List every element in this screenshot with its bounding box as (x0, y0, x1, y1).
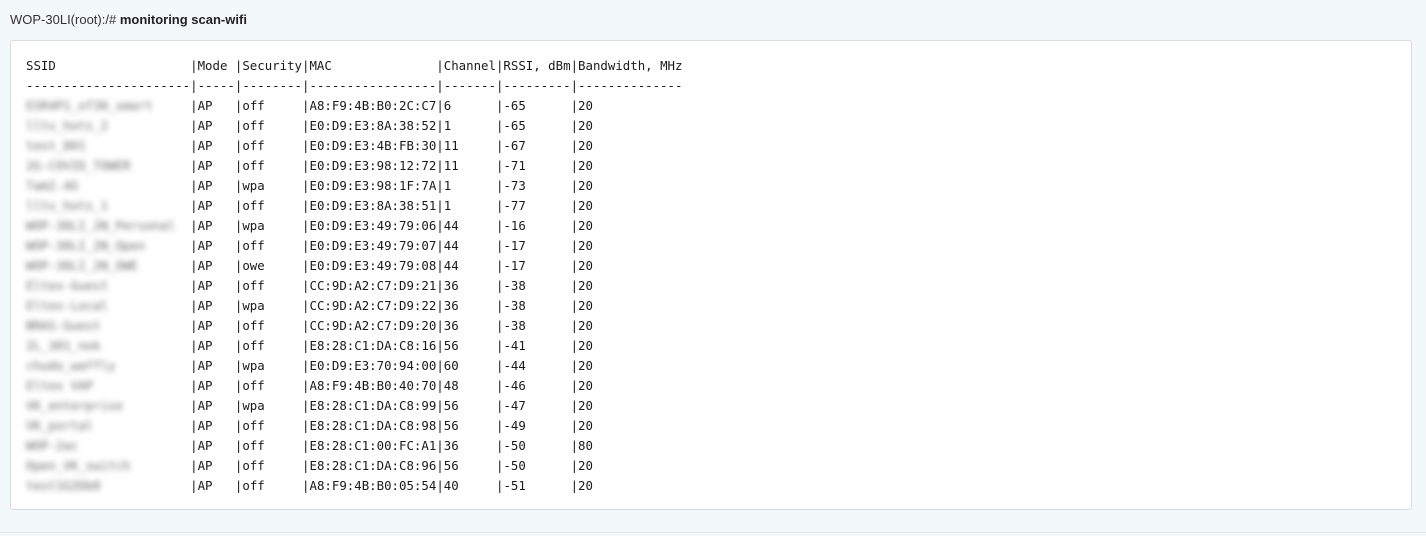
ssid-cell: chudo_waffly (26, 358, 116, 373)
table-row: test_801 |AP |off |E0:D9:E3:4B:FB:30|11 … (26, 136, 682, 156)
scan-wifi-output: SSID |Mode |Security|MAC |Channel|RSSI, … (26, 56, 682, 496)
table-row: ESR4P1_of30_smart |AP |off |A8:F9:4B:B0:… (26, 96, 682, 116)
ssid-cell: VK_enterprise (26, 398, 123, 413)
table-row: WOP-30LI_2N_OWE |AP |owe |E0:D9:E3:49:79… (26, 256, 682, 276)
ssid-cell: test_801 (26, 138, 86, 153)
prompt-host: WOP-30LI(root):/# (10, 12, 120, 27)
ssid-cell: WOP-30LI_2N_Personal (26, 218, 176, 233)
ssid-cell: Eltex-Local (26, 298, 109, 313)
table-row: 2G-COVID_TOWER |AP |off |E0:D9:E3:98:12:… (26, 156, 682, 176)
row-values: |AP |wpa |E8:28:C1:DA:C8:99|56 |-47 |20 (190, 398, 593, 413)
ssid-cell: test1G2Db0 (26, 478, 101, 493)
row-values: |AP |off |E0:D9:E3:49:79:07|44 |-17 |20 (190, 238, 593, 253)
table-row: Open_VK_switch |AP |off |E8:28:C1:DA:C8:… (26, 456, 682, 476)
row-values: |AP |wpa |E0:D9:E3:70:94:00|60 |-44 |20 (190, 358, 593, 373)
table-row: Eltex VAP |AP |off |A8:F9:4B:B0:40:70|48… (26, 376, 682, 396)
command-output-panel: SSID |Mode |Security|MAC |Channel|RSSI, … (10, 40, 1412, 510)
ssid-cell: WOP-30LI_2N_Open (26, 238, 146, 253)
row-values: |AP |wpa |E0:D9:E3:49:79:06|44 |-16 |20 (190, 218, 593, 233)
ssid-cell: Open_VK_switch (26, 458, 131, 473)
row-values: |AP |off |E0:D9:E3:4B:FB:30|11 |-67 |20 (190, 138, 593, 153)
row-values: |AP |off |E0:D9:E3:8A:38:51|1 |-77 |20 (190, 198, 593, 213)
table-row: VK_enterprise |AP |wpa |E8:28:C1:DA:C8:9… (26, 396, 682, 416)
table-row: test1G2Db0 |AP |off |A8:F9:4B:B0:05:54|4… (26, 476, 682, 496)
row-values: |AP |owe |E0:D9:E3:49:79:08|44 |-17 |20 (190, 258, 593, 273)
table-row: WOP-30LI_2N_Personal |AP |wpa |E0:D9:E3:… (26, 216, 682, 236)
terminal-prompt: WOP-30LI(root):/# monitoring scan-wifi (10, 10, 247, 30)
ssid-cell: ESR4P1_of30_smart (26, 98, 153, 113)
row-values: |AP |off |E8:28:C1:DA:C8:98|56 |-49 |20 (190, 418, 593, 433)
ssid-cell: Eltex-Guest (26, 278, 109, 293)
row-values: |AP |off |A8:F9:4B:B0:40:70|48 |-46 |20 (190, 378, 593, 393)
table-row: WOP-30LI_2N_Open |AP |off |E0:D9:E3:49:7… (26, 236, 682, 256)
ssid-cell: WOP-30LI_2N_OWE (26, 258, 138, 273)
table-row: chudo_waffly |AP |wpa |E0:D9:E3:70:94:00… (26, 356, 682, 376)
table-row: Eltex-Local |AP |wpa |CC:9D:A2:C7:D9:22|… (26, 296, 682, 316)
row-values: |AP |off |E8:28:C1:00:FC:A1|36 |-50 |80 (190, 438, 593, 453)
ssid-cell: 2L_301_nok (26, 338, 101, 353)
row-values: |AP |wpa |E0:D9:E3:98:1F:7A|1 |-73 |20 (190, 178, 593, 193)
table-row: WOP-2ac |AP |off |E8:28:C1:00:FC:A1|36 |… (26, 436, 682, 456)
ssid-cell: WOP-2ac (26, 438, 79, 453)
row-values: |AP |off |CC:9D:A2:C7:D9:21|36 |-38 |20 (190, 278, 593, 293)
table-header: SSID |Mode |Security|MAC |Channel|RSSI, … (26, 58, 683, 73)
table-row: Eltex-Guest |AP |off |CC:9D:A2:C7:D9:21|… (26, 276, 682, 296)
row-values: |AP |wpa |CC:9D:A2:C7:D9:22|36 |-38 |20 (190, 298, 593, 313)
page-bottom-divider (0, 532, 1426, 533)
ssid-cell: lltv_hots_1 (26, 198, 109, 213)
table-separator: ----------------------|-----|--------|--… (26, 78, 683, 93)
ssid-cell: lltv_hots_2 (26, 118, 109, 133)
ssid-cell: VK_portal (26, 418, 94, 433)
prompt-command: monitoring scan-wifi (119, 12, 247, 27)
table-row: VK_portal |AP |off |E8:28:C1:DA:C8:98|56… (26, 416, 682, 436)
table-row: 2L_301_nok |AP |off |E8:28:C1:DA:C8:16|5… (26, 336, 682, 356)
row-values: |AP |off |E8:28:C1:DA:C8:96|56 |-50 |20 (190, 458, 593, 473)
table-row: lltv_hots_1 |AP |off |E0:D9:E3:8A:38:51|… (26, 196, 682, 216)
row-values: |AP |off |E8:28:C1:DA:C8:16|56 |-41 |20 (190, 338, 593, 353)
row-values: |AP |off |A8:F9:4B:B0:2C:C7|6 |-65 |20 (190, 98, 593, 113)
table-row: BRAS-Guest |AP |off |CC:9D:A2:C7:D9:20|3… (26, 316, 682, 336)
row-values: |AP |off |E0:D9:E3:98:12:72|11 |-71 |20 (190, 158, 593, 173)
ssid-cell: BRAS-Guest (26, 318, 101, 333)
ssid-cell: 2G-COVID_TOWER (26, 158, 131, 173)
table-row: lltv_hots_2 |AP |off |E0:D9:E3:8A:38:52|… (26, 116, 682, 136)
row-values: |AP |off |A8:F9:4B:B0:05:54|40 |-51 |20 (190, 478, 593, 493)
row-values: |AP |off |E0:D9:E3:8A:38:52|1 |-65 |20 (190, 118, 593, 133)
row-values: |AP |off |CC:9D:A2:C7:D9:20|36 |-38 |20 (190, 318, 593, 333)
ssid-cell: Eltex VAP (26, 378, 94, 393)
ssid-cell: Tam2.4G (26, 178, 79, 193)
table-row: Tam2.4G |AP |wpa |E0:D9:E3:98:1F:7A|1 |-… (26, 176, 682, 196)
